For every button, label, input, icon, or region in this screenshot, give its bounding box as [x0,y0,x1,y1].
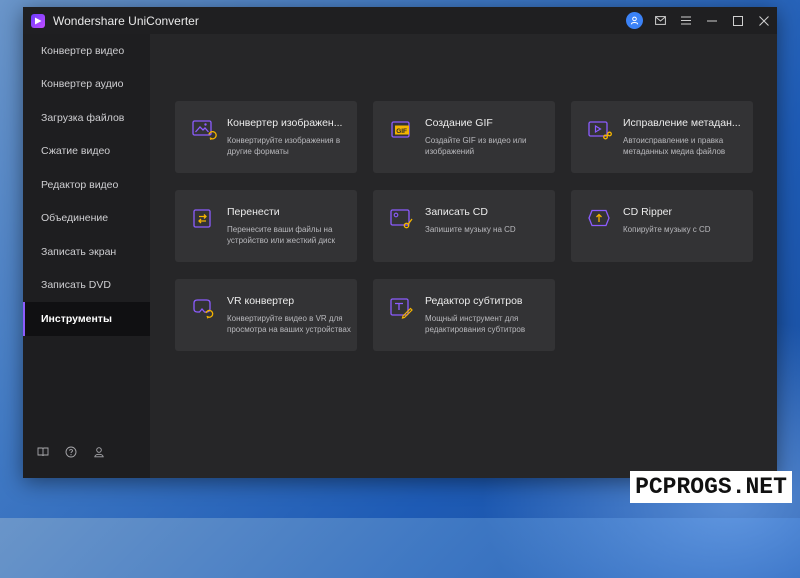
uniconverter-logo-icon [31,13,45,28]
maximize-button[interactable] [725,7,751,34]
tools-grid: Конвертер изображен... Конвертируйте изо… [175,101,753,351]
transfer-icon [193,209,211,228]
title-bar: Wondershare UniConverter [23,7,777,34]
tool-card-description: Копируйте музыку с CD [623,225,711,234]
toolbox-panel: Конвертер изображен... Конвертируйте изо… [150,34,777,478]
sidebar-item-downloader[interactable]: Загрузка файлов [23,101,150,135]
mail-icon [654,16,666,25]
tool-card-title: Записать CD [425,206,488,218]
sidebar-item-audio-converter[interactable]: Конвертер аудио [23,68,150,102]
tool-card-title: Конвертер изображен... [227,117,343,129]
tool-card-subtitle-editor[interactable]: Редактор субтитров Мощный инструмент для… [373,279,555,351]
tool-card-image-converter[interactable]: Конвертер изображен... Конвертируйте изо… [175,101,357,173]
tool-card-title: Исправление метадан... [623,117,741,129]
tool-card-title: VR конвертер [227,295,295,307]
tool-card-description: Мощный инструмент для редактирования суб… [425,314,526,334]
subtitle-editor-icon [390,298,413,319]
tool-card-vr-converter[interactable]: VR конвертер Конвертируйте видео в VR дл… [175,279,357,351]
sidebar-footer [35,444,107,460]
burn-cd-icon [390,209,413,229]
user-button[interactable] [621,7,647,34]
mail-button[interactable] [647,7,673,34]
tool-card-title: Перенести [227,206,280,218]
tool-card-description: Создайте GIF из видео или изображений [425,136,527,156]
tool-card-title: Создание GIF [425,117,493,129]
menu-button[interactable] [673,7,699,34]
sidebar-item-screen-recorder[interactable]: Записать экран [23,235,150,269]
title-bar-controls [621,7,777,34]
tool-card-metadata-fixer[interactable]: Исправление метадан... Автоисправление и… [571,101,753,173]
app-window: Wondershare UniConverter Конвертер видео… [23,7,777,478]
maximize-icon [733,15,743,26]
tool-card-cd-ripper[interactable]: CD Ripper Копируйте музыку с CD [571,190,753,262]
close-button[interactable] [751,7,777,34]
tool-card-description: Конвертируйте изображения в другие форма… [227,136,341,156]
minimize-button[interactable] [699,7,725,34]
tool-card-description: Конвертируйте видео в VR для просмотра н… [227,314,351,334]
image-convert-icon [192,120,217,141]
tool-card-cd-burner[interactable]: Записать CD Запишите музыку на CD [373,190,555,262]
svg-text:GIF: GIF [396,128,407,135]
sidebar-item-merger[interactable]: Объединение [23,202,150,236]
sidebar-item-video-converter[interactable]: Конвертер видео [23,34,150,68]
vr-convert-icon [193,299,214,319]
tool-card-description: Автоисправление и правка метаданных меди… [623,136,726,156]
account-icon[interactable] [91,444,107,460]
cd-ripper-icon [588,209,610,227]
sidebar-item-video-editor[interactable]: Редактор видео [23,168,150,202]
sidebar-item-dvd-burner[interactable]: Записать DVD [23,269,150,303]
tool-card-gif-maker[interactable]: GIF Создание GIF Создайте GIF из видео и… [373,101,555,173]
metadata-fix-icon [588,121,612,140]
sidebar: Конвертер видео Конвертер аудио Загрузка… [23,34,150,478]
watermark: PCPROGS.NET [630,471,792,503]
user-icon [625,12,643,29]
tool-card-title: CD Ripper [623,206,673,218]
tool-card-transfer[interactable]: Перенести Перенесите ваши файлы на устро… [175,190,357,262]
tool-card-description: Запишите музыку на CD [425,225,516,234]
close-icon [759,15,769,26]
menu-icon [681,16,691,25]
sidebar-item-toolbox[interactable]: Инструменты [23,302,150,336]
gif-icon: GIF [391,121,410,138]
app-title: Wondershare UniConverter [53,13,199,28]
tool-card-description: Перенесите ваши файлы на устройство или … [227,225,336,245]
sidebar-item-compressor[interactable]: Сжатие видео [23,135,150,169]
book-icon[interactable] [35,444,51,460]
tool-card-title: Редактор субтитров [425,295,523,307]
minimize-icon [707,20,717,21]
help-icon[interactable] [63,444,79,460]
